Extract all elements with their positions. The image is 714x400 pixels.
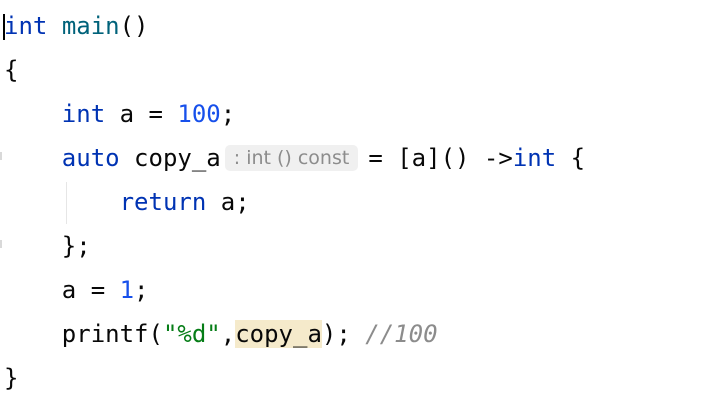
keyword-int: int	[61, 100, 106, 128]
code-line-5[interactable]: return a;	[4, 180, 250, 224]
semicolon: ;	[220, 100, 236, 128]
type-inlay-hint[interactable]: : int () const	[224, 145, 359, 171]
parens: ()	[119, 12, 149, 40]
fold-marker[interactable]	[0, 152, 2, 160]
code-editor[interactable]: int main() { int a = 100; auto copy_a: i…	[0, 0, 714, 400]
return-value: a;	[206, 188, 250, 216]
close-brace: };	[61, 232, 91, 260]
assignment: a =	[105, 100, 178, 128]
function-name: main	[61, 12, 120, 40]
code-line-6[interactable]: };	[4, 224, 91, 268]
fold-marker[interactable]	[0, 240, 2, 248]
function-call: printf(	[61, 320, 163, 348]
lambda-expression: = [a]() ->	[368, 144, 513, 172]
assignment: a =	[61, 276, 120, 304]
open-brace: {	[556, 144, 586, 172]
keyword-return: return	[119, 188, 207, 216]
comma: ,	[220, 320, 236, 348]
number-literal: 100	[177, 100, 221, 128]
code-line-2[interactable]: {	[4, 48, 18, 92]
code-line-3[interactable]: int a = 100;	[4, 92, 235, 136]
code-line-8[interactable]: printf("%d",copy_a); //100	[4, 312, 438, 356]
open-brace: {	[4, 56, 19, 84]
keyword-int: int	[512, 144, 557, 172]
code-line-1[interactable]: int main()	[4, 4, 149, 48]
close-brace: }	[4, 364, 19, 392]
number-literal: 1	[119, 276, 135, 304]
semicolon: ;	[134, 276, 149, 304]
variable-copy-a: copy_a	[119, 144, 221, 172]
highlighted-variable-copy-a[interactable]: copy_a	[235, 320, 322, 348]
code-line-7[interactable]: a = 1;	[4, 268, 149, 312]
string-literal: "%d"	[162, 320, 221, 348]
code-line-9[interactable]: }	[4, 356, 18, 400]
keyword-auto: auto	[61, 144, 120, 172]
keyword-int: int	[4, 12, 48, 40]
code-line-4[interactable]: auto copy_a: int () const = [a]() ->int {	[4, 136, 585, 180]
close-paren: );	[321, 320, 366, 348]
comment: //100	[365, 320, 438, 348]
